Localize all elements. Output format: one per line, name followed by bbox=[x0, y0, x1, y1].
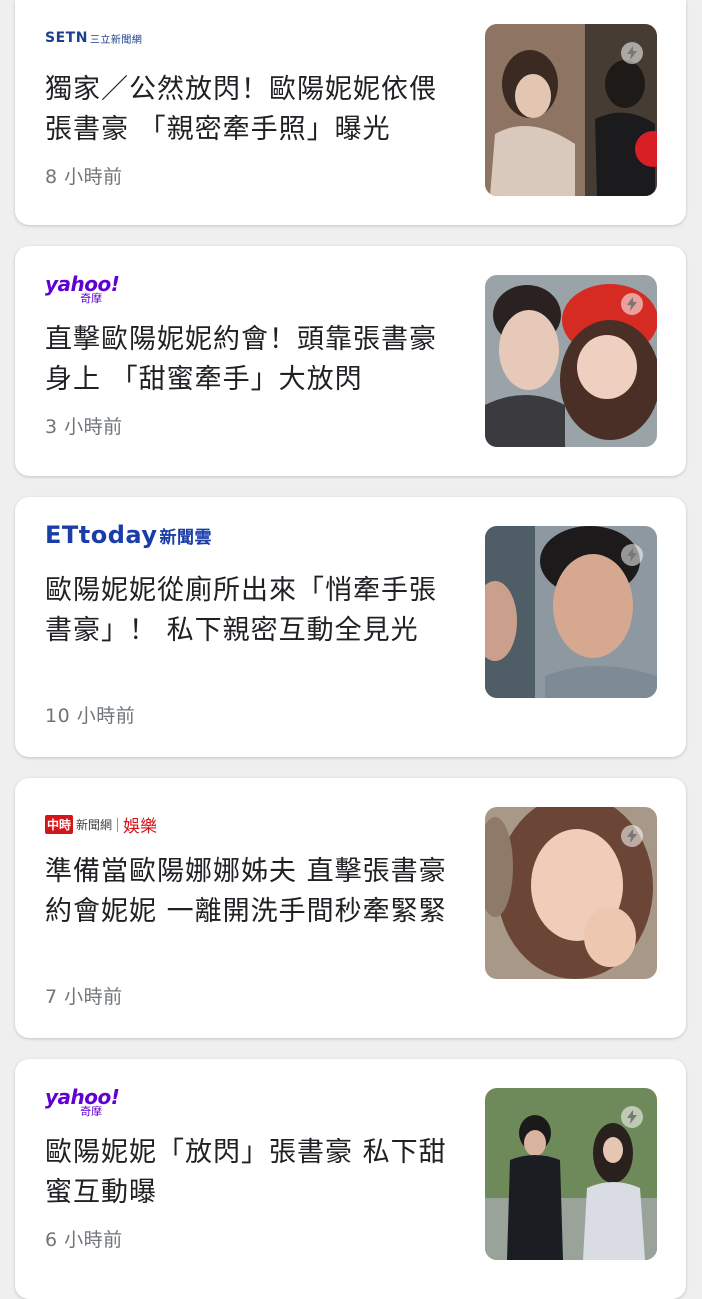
article-thumbnail[interactable] bbox=[485, 807, 657, 979]
news-card[interactable]: 中時 新聞網 娛樂 準備當歐陽娜娜姊夫 直擊張書豪約會妮妮 一離開洗手間秒牽緊緊… bbox=[15, 778, 686, 1038]
article-title[interactable]: 準備當歐陽娜娜姊夫 直擊張書豪約會妮妮 一離開洗手間秒牽緊緊 bbox=[45, 852, 455, 932]
amp-lightning-icon bbox=[621, 544, 643, 566]
source-logo-setn: SETN 三立新聞網 bbox=[45, 30, 143, 46]
news-card[interactable]: yahoo! 奇摩 直擊歐陽妮妮約會！頭靠張書豪身上 「甜蜜牽手」大放閃 3 小… bbox=[15, 246, 686, 476]
source-logo-chinatimes: 中時 新聞網 娛樂 bbox=[45, 815, 158, 837]
article-title[interactable]: 歐陽妮妮從廁所出來「悄牽手張書豪」！ 私下親密互動全見光 bbox=[45, 571, 455, 651]
source-logo-ettoday: ETtoday 新聞雲 bbox=[45, 521, 213, 549]
article-thumbnail[interactable] bbox=[485, 275, 657, 447]
news-card[interactable]: ETtoday 新聞雲 歐陽妮妮從廁所出來「悄牽手張書豪」！ 私下親密互動全見光… bbox=[15, 497, 686, 757]
article-time: 3 小時前 bbox=[45, 416, 123, 438]
article-thumbnail[interactable] bbox=[485, 24, 657, 196]
article-title[interactable]: 歐陽妮妮「放閃」張書豪 私下甜蜜互動曝 bbox=[45, 1133, 455, 1213]
news-card[interactable]: yahoo! 奇摩 歐陽妮妮「放閃」張書豪 私下甜蜜互動曝 6 小時前 bbox=[15, 1059, 686, 1299]
article-time: 6 小時前 bbox=[45, 1229, 123, 1251]
amp-lightning-icon bbox=[621, 1106, 643, 1128]
source-logo-yahoo: yahoo! 奇摩 bbox=[45, 272, 120, 305]
amp-lightning-icon bbox=[621, 42, 643, 64]
amp-lightning-icon bbox=[621, 825, 643, 847]
article-title[interactable]: 直擊歐陽妮妮約會！頭靠張書豪身上 「甜蜜牽手」大放閃 bbox=[45, 320, 455, 400]
amp-lightning-icon bbox=[621, 293, 643, 315]
source-logo-yahoo: yahoo! 奇摩 bbox=[45, 1085, 120, 1118]
article-time: 7 小時前 bbox=[45, 986, 123, 1008]
news-card[interactable]: SETN 三立新聞網 獨家／公然放閃！歐陽妮妮依偎張書豪 「親密牽手照」曝光 8… bbox=[15, 0, 686, 225]
article-time: 8 小時前 bbox=[45, 166, 123, 188]
article-thumbnail[interactable] bbox=[485, 1088, 657, 1260]
article-thumbnail[interactable] bbox=[485, 526, 657, 698]
article-title[interactable]: 獨家／公然放閃！歐陽妮妮依偎張書豪 「親密牽手照」曝光 bbox=[45, 70, 455, 150]
article-time: 10 小時前 bbox=[45, 705, 136, 727]
